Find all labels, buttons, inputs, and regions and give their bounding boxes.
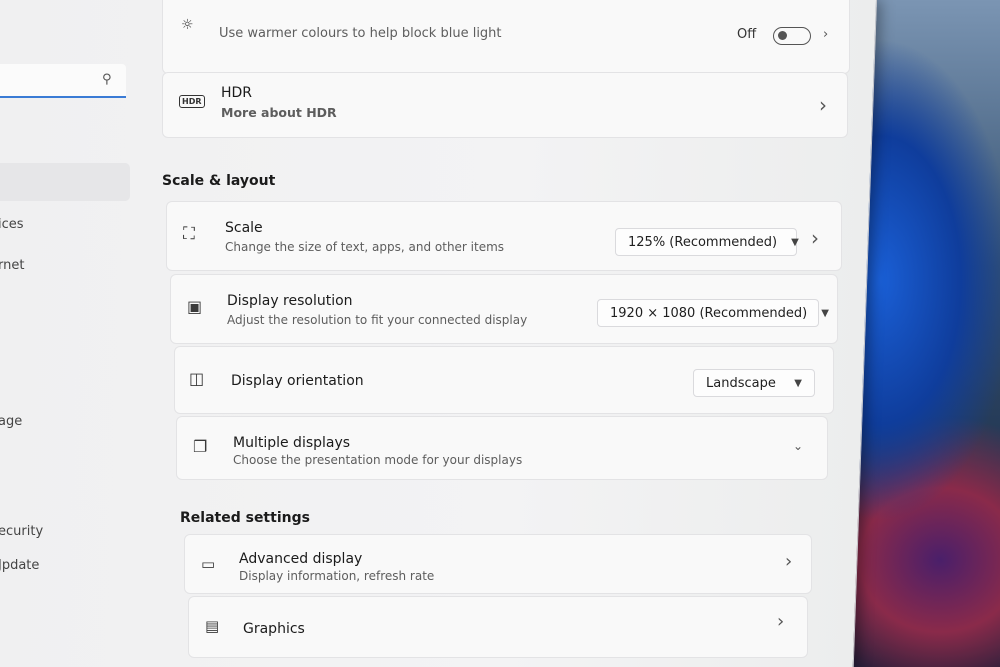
multiple-displays-title: Multiple displays [233,435,351,451]
hdr-icon: HDR [179,95,205,108]
orientation-icon: ◫ [189,369,205,388]
night-light-state: Off [737,27,757,42]
scale-value: 125% (Recommended) [628,234,778,250]
chevron-right-icon: › [819,93,827,117]
settings-window: ⚲ ices rnet age ecurity Jpdate ☼ Use war… [0,0,878,667]
resolution-title: Display resolution [227,293,353,309]
search-icon: ⚲ [102,72,112,87]
resolution-subtitle: Adjust the resolution to fit your connec… [227,313,528,327]
brightness-icon: ☼ [181,17,194,33]
graphics-card-icon: ▤ [205,617,220,635]
chevron-down-icon[interactable]: ⌄ [793,439,803,453]
multiple-displays-subtitle: Choose the presentation mode for your di… [233,453,523,467]
hdr-card[interactable]: HDR HDR More about HDR › [162,72,848,138]
graphics-title: Graphics [243,621,305,637]
chevron-right-icon: › [785,551,793,572]
related-settings-heading: Related settings [180,510,310,526]
nav-item-update[interactable]: Jpdate [0,558,39,573]
scale-icon: ⛶ [183,224,195,244]
orientation-card[interactable]: ◫ Display orientation Landscape ▼ [174,346,834,414]
orientation-dropdown[interactable]: Landscape ▼ [693,369,815,397]
monitor-icon: ▭ [201,555,216,573]
chevron-right-icon: › [811,226,819,250]
scale-subtitle: Change the size of text, apps, and other… [225,240,505,254]
orientation-value: Landscape [706,375,776,391]
resolution-icon: ▣ [187,297,203,316]
nav-item-language[interactable]: age [0,414,22,429]
chevron-down-icon: ▼ [791,236,799,248]
nav-item-security[interactable]: ecurity [0,524,43,539]
hdr-title: HDR [221,85,253,101]
nav-item-devices[interactable]: ices [0,217,24,232]
resolution-card[interactable]: ▣ Display resolution Adjust the resoluti… [170,274,838,344]
chevron-right-icon: › [777,611,785,632]
resolution-value: 1920 × 1080 (Recommended) [610,305,808,321]
chevron-down-icon: ▼ [794,377,802,389]
scale-title: Scale [225,220,263,236]
resolution-dropdown[interactable]: 1920 × 1080 (Recommended) ▼ [597,299,829,327]
orientation-title: Display orientation [231,373,364,389]
hdr-link[interactable]: More about HDR [221,105,337,120]
scale-dropdown[interactable]: 125% (Recommended) ▼ [615,228,799,256]
advanced-display-subtitle: Display information, refresh rate [238,569,435,583]
advanced-display-title: Advanced display [238,551,363,567]
multiple-displays-icon: ❐ [193,437,208,456]
search-input[interactable]: ⚲ [0,64,127,98]
night-light-card[interactable]: ☼ Use warmer colours to help block blue … [162,0,850,74]
night-light-subtitle: Use warmer colours to help block blue li… [219,26,502,41]
scale-card[interactable]: ⛶ Scale Change the size of text, apps, a… [166,201,842,271]
multiple-displays-card[interactable]: ❐ Multiple displays Choose the presentat… [176,416,828,480]
nav-selected-item[interactable] [0,163,130,201]
chevron-down-icon: ▼ [821,307,829,319]
chevron-right-icon: › [823,27,829,42]
night-light-toggle[interactable] [773,27,811,45]
nav-item-internet[interactable]: rnet [0,258,24,273]
advanced-display-card[interactable]: ▭ Advanced display Display information, … [184,534,812,594]
scale-layout-heading: Scale & layout [162,173,276,189]
graphics-card[interactable]: ▤ Graphics › [188,596,808,658]
